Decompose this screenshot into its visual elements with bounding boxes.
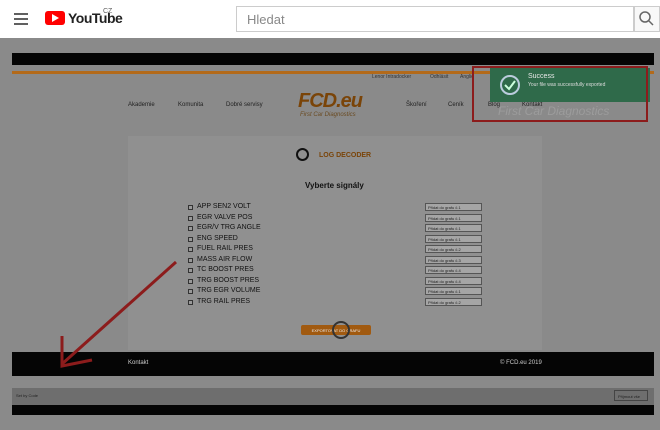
youtube-header: YouTube CZ Hledat — [0, 0, 660, 38]
search-input[interactable]: Hledat — [236, 6, 634, 32]
annotation-arrow-icon — [60, 260, 178, 368]
youtube-logo-icon[interactable] — [45, 11, 65, 25]
menu-icon[interactable] — [14, 13, 28, 25]
youtube-logo-text[interactable]: YouTube — [68, 10, 123, 26]
search-button[interactable] — [634, 6, 660, 32]
video-player[interactable]: Lenor Intradocker Odhlásit Anglie Akadem… — [0, 38, 660, 430]
country-code: CZ — [103, 8, 113, 15]
search-placeholder: Hledat — [247, 12, 285, 27]
search-icon — [639, 11, 654, 26]
